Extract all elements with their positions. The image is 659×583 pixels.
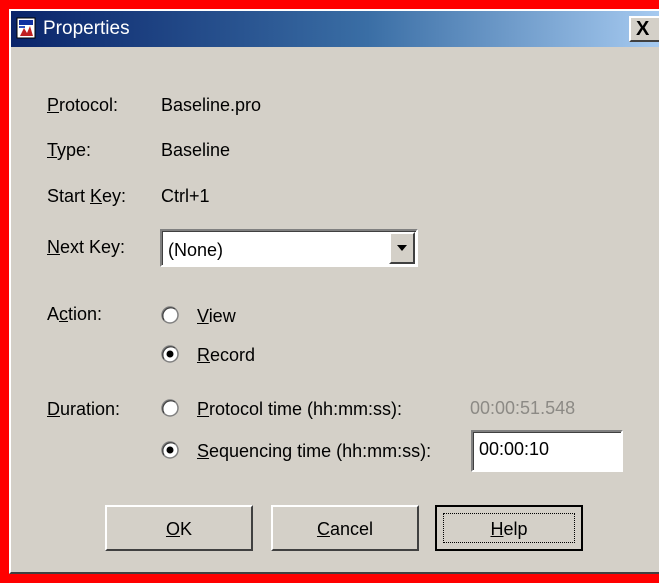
chevron-down-icon — [397, 245, 407, 251]
record-radio[interactable] — [161, 345, 179, 363]
protocol-time-radio[interactable] — [161, 399, 179, 417]
help-button[interactable]: Help — [435, 505, 583, 551]
window-title: Properties — [43, 18, 130, 39]
start-key-value: Ctrl+1 — [161, 186, 210, 206]
close-button[interactable]: X — [629, 16, 659, 42]
view-radio[interactable] — [161, 306, 179, 324]
close-icon: X — [636, 18, 650, 40]
protocol-label: Protocol: — [47, 95, 119, 115]
record-option-label[interactable]: Record — [197, 344, 255, 366]
title-bar[interactable]: Properties X — [11, 11, 659, 47]
protocol-time-value: 00:00:51.548 — [470, 398, 576, 418]
sequencing-time-label[interactable]: Sequencing time (hh:mm:ss): — [197, 440, 431, 462]
sequencing-time-radio[interactable] — [161, 441, 179, 459]
next-key-dropdown[interactable]: (None) — [160, 229, 418, 267]
dropdown-button[interactable] — [389, 232, 415, 264]
action-label: Action: — [47, 304, 103, 324]
properties-app-icon — [16, 17, 36, 39]
view-option-label[interactable]: View — [197, 305, 236, 327]
type-label: Type: — [47, 140, 92, 160]
protocol-value: Baseline.pro — [161, 95, 262, 115]
focus-rectangle — [443, 513, 575, 543]
start-key-label: Start Key: — [47, 186, 127, 206]
cancel-button[interactable]: Cancel — [271, 505, 419, 551]
next-key-label: Next Key: — [47, 237, 126, 257]
type-value: Baseline — [161, 140, 231, 160]
sequencing-time-input[interactable]: 00:00:10 — [471, 430, 623, 472]
next-key-selected: (None) — [168, 240, 224, 260]
protocol-time-label[interactable]: Protocol time (hh:mm:ss): — [197, 398, 402, 420]
ok-button[interactable]: OK — [105, 505, 253, 551]
duration-label: Duration: — [47, 399, 121, 419]
